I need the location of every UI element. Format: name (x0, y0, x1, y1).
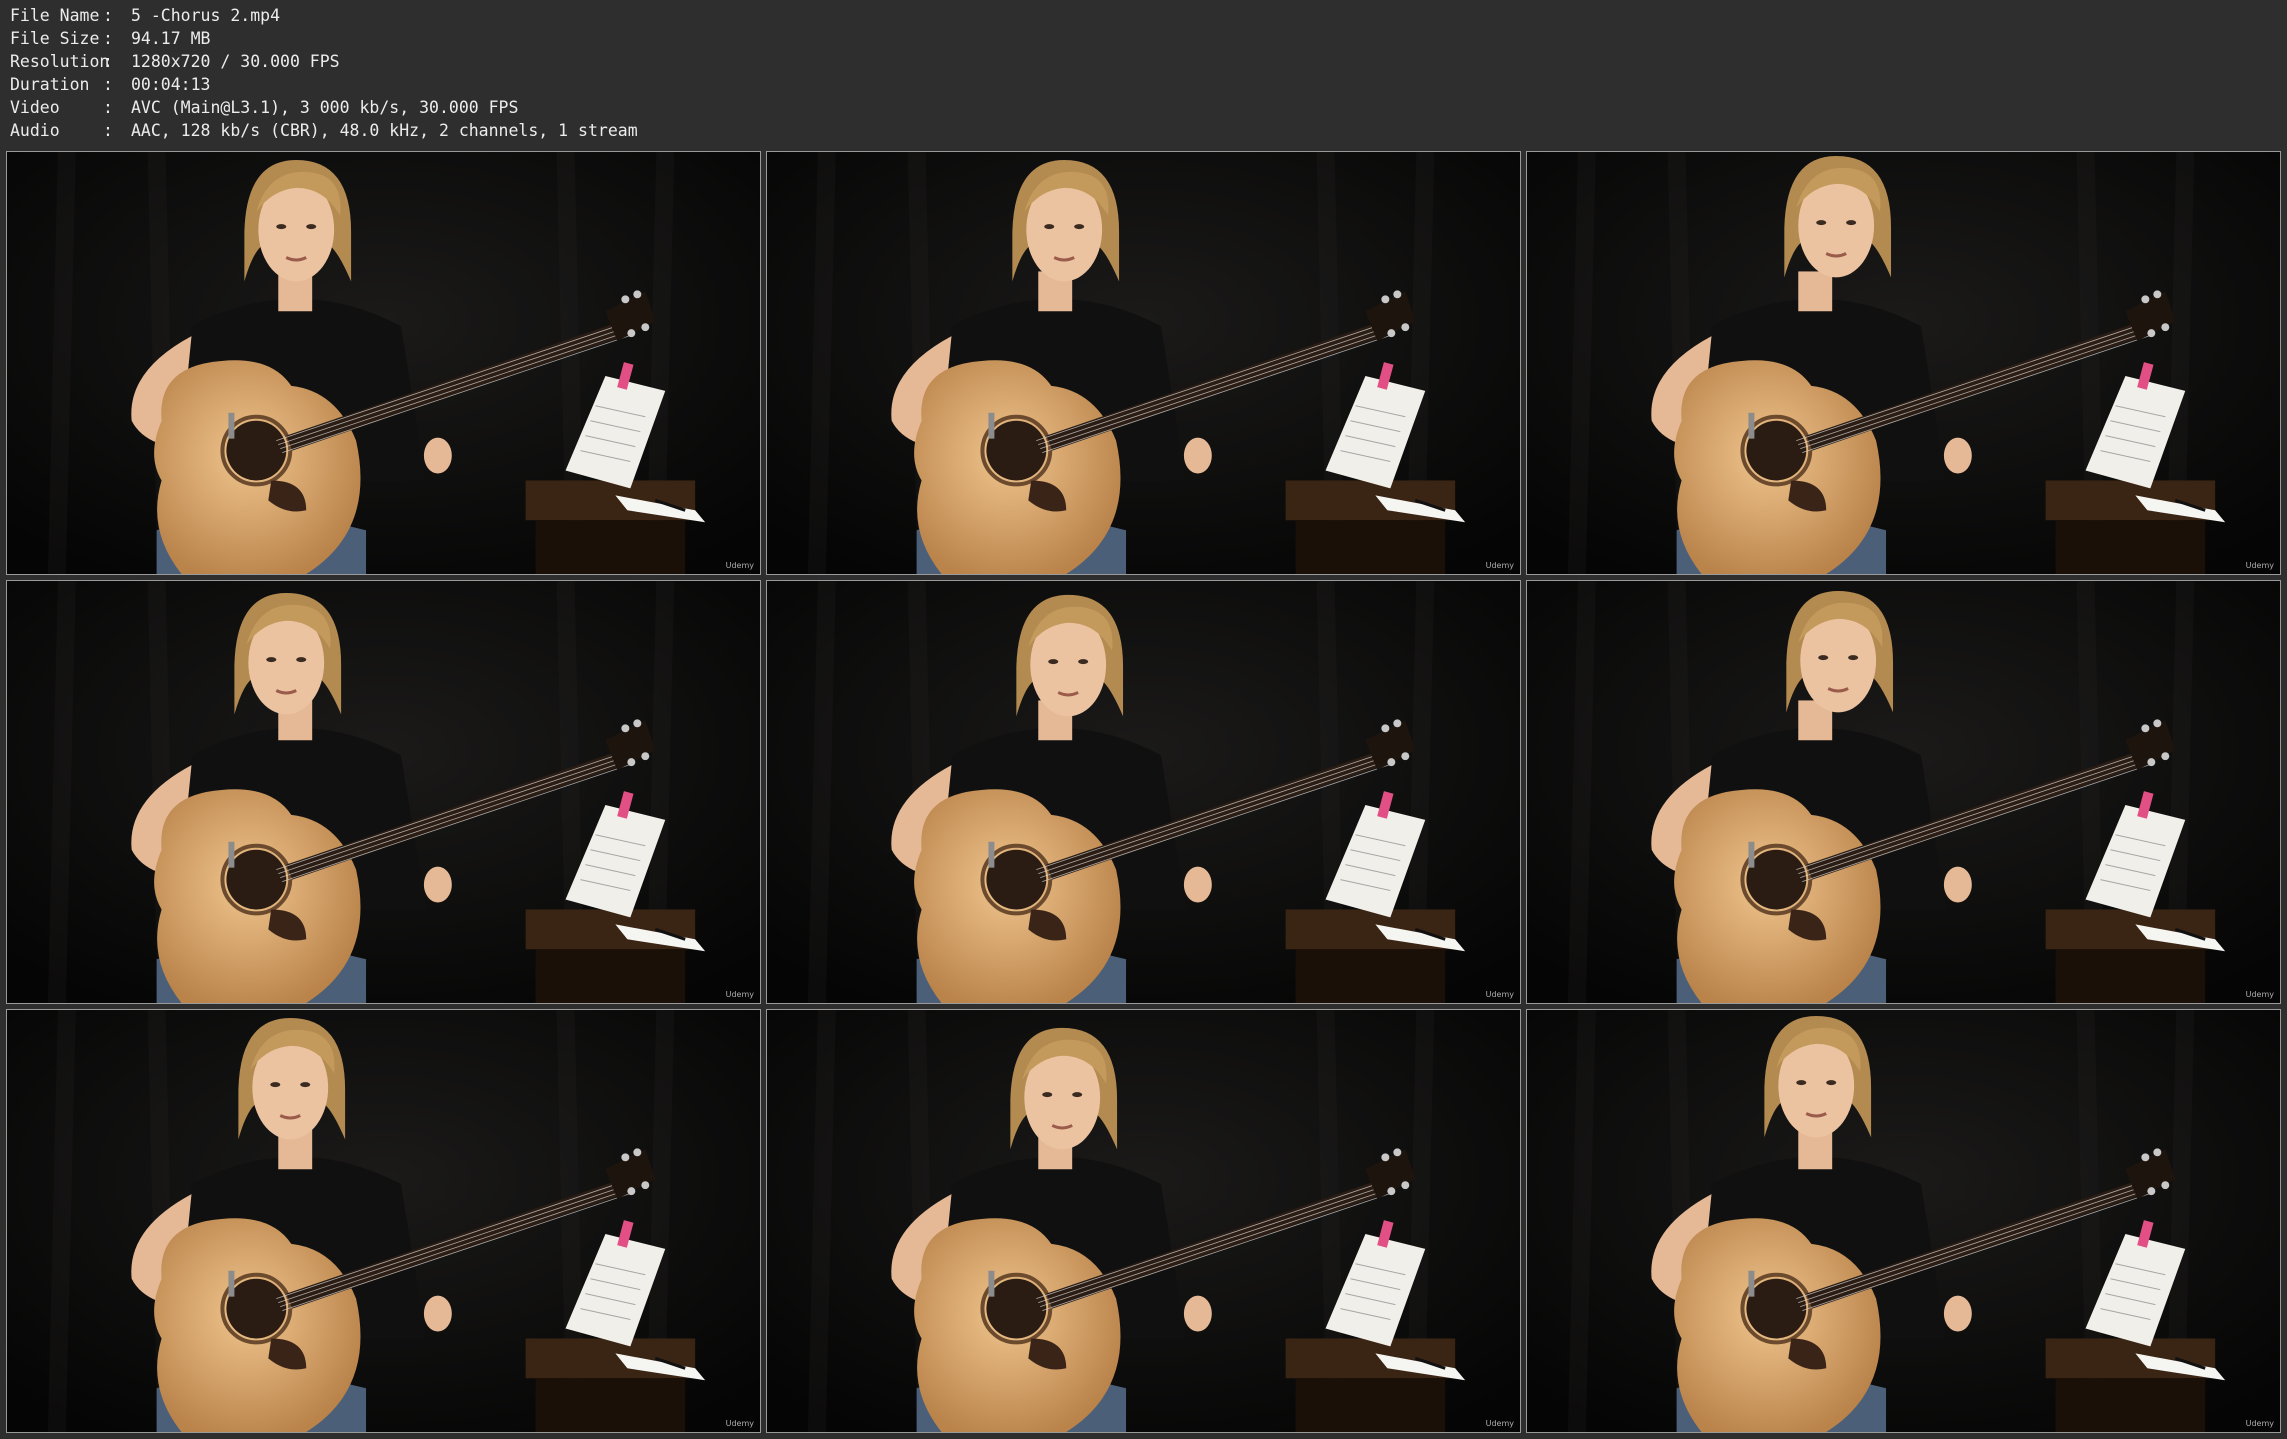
info-label: Audio (10, 121, 60, 140)
udemy-watermark: Udemy (1485, 1419, 1514, 1428)
video-frame-thumbnail-3[interactable]: Udemy (1526, 151, 2281, 575)
info-value: 94.17 MB (131, 29, 211, 48)
video-frame-thumbnail-1[interactable]: Udemy (6, 151, 761, 575)
info-row-duration: Duration:00:04:13 (10, 75, 211, 94)
media-info-panel: File Name:5 -Chorus 2.mp4 File Size:94.1… (10, 4, 638, 142)
info-value: AAC, 128 kb/s (CBR), 48.0 kHz, 2 channel… (131, 121, 638, 140)
info-label: File Size (10, 29, 100, 48)
info-label: Video (10, 98, 60, 117)
guitarist-scene-image (1527, 581, 2280, 1003)
info-value: AVC (Main@L3.1), 3 000 kb/s, 30.000 FPS (131, 98, 519, 117)
guitarist-scene-image (1527, 152, 2280, 574)
udemy-watermark: Udemy (2245, 990, 2274, 999)
video-frame-thumbnail-4[interactable]: Udemy (6, 580, 761, 1004)
video-frame-thumbnail-5[interactable]: Udemy (766, 580, 1521, 1004)
thumbnail-grid: Udemy Udemy Udemy Udemy Udemy Udemy Udem… (6, 151, 2281, 1433)
info-value: 1280x720 / 30.000 FPS (131, 52, 340, 71)
guitarist-scene-image (7, 581, 760, 1003)
video-frame-thumbnail-9[interactable]: Udemy (1526, 1009, 2281, 1433)
info-value: 5 -Chorus 2.mp4 (131, 6, 281, 25)
udemy-watermark: Udemy (725, 1419, 754, 1428)
guitarist-scene-image (7, 1010, 760, 1432)
video-frame-thumbnail-6[interactable]: Udemy (1526, 580, 2281, 1004)
info-label: Duration (10, 75, 90, 94)
video-frame-thumbnail-8[interactable]: Udemy (766, 1009, 1521, 1433)
udemy-watermark: Udemy (725, 990, 754, 999)
udemy-watermark: Udemy (2245, 561, 2274, 570)
udemy-watermark: Udemy (1485, 561, 1514, 570)
udemy-watermark: Udemy (725, 561, 754, 570)
info-row-file-size: File Size:94.17 MB (10, 29, 211, 48)
info-row-resolution: Resolution:1280x720 / 30.000 FPS (10, 52, 340, 71)
guitarist-scene-image (1527, 1010, 2280, 1432)
info-row-file-name: File Name:5 -Chorus 2.mp4 (10, 6, 281, 25)
guitarist-scene-image (7, 152, 760, 574)
guitarist-scene-image (767, 152, 1520, 574)
udemy-watermark: Udemy (2245, 1419, 2274, 1428)
guitarist-scene-image (767, 1010, 1520, 1432)
info-label: File Name (10, 6, 100, 25)
info-row-audio: Audio: AAC, 128 kb/s (CBR), 48.0 kHz, 2 c… (10, 121, 638, 140)
info-row-video: Video: AVC (Main@L3.1), 3 000 kb/s, 30.00… (10, 98, 519, 117)
info-label: Resolution (10, 52, 110, 71)
media-contact-sheet: File Name:5 -Chorus 2.mp4 File Size:94.1… (0, 0, 2287, 1439)
video-frame-thumbnail-2[interactable]: Udemy (766, 151, 1521, 575)
udemy-watermark: Udemy (1485, 990, 1514, 999)
info-value: 00:04:13 (131, 75, 211, 94)
video-frame-thumbnail-7[interactable]: Udemy (6, 1009, 761, 1433)
guitarist-scene-image (767, 581, 1520, 1003)
